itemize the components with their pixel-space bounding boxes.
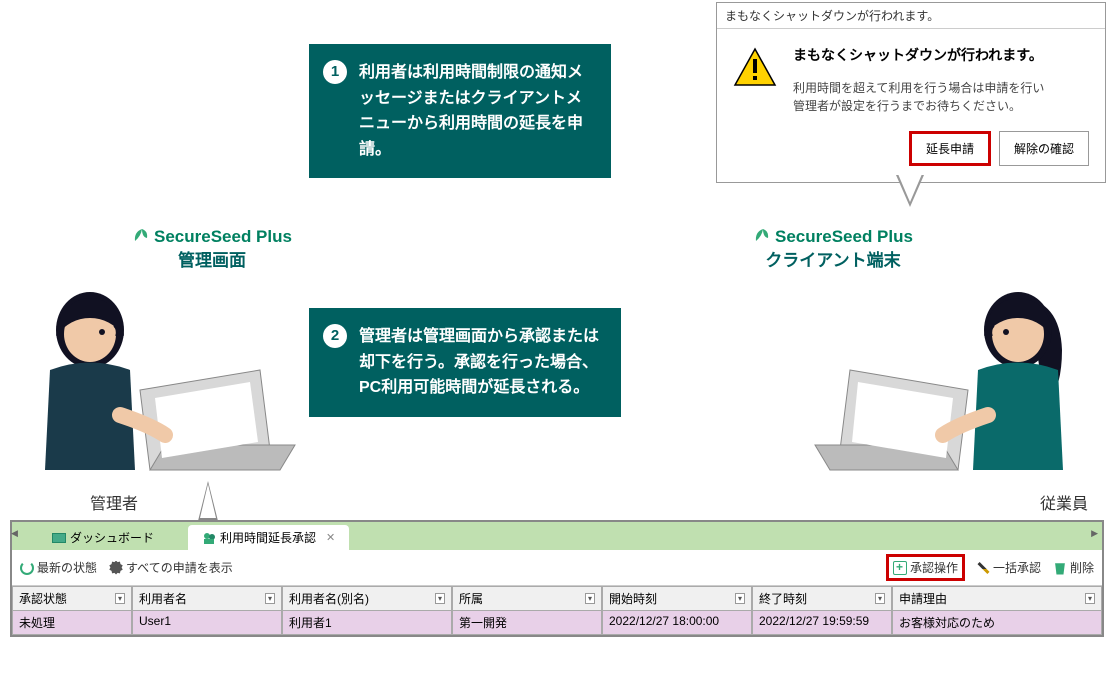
step-number: 2 xyxy=(323,324,347,348)
show-all-button[interactable]: すべての申請を表示 xyxy=(109,559,233,576)
tab-label: 利用時間延長承認 xyxy=(220,529,316,546)
tab-bar: ダッシュボード 利用時間延長承認 ✕ xyxy=(12,522,1102,550)
dialog-title: まもなくシャットダウンが行われます。 xyxy=(717,3,1105,29)
grid-header: 承認状態 ▾ 利用者名 ▾ 利用者名(別名) ▾ 所属 ▾ 開始時刻 ▾ 終了時刻 ▾ 申請… xyxy=(12,586,1102,611)
col-start[interactable]: 開始時刻 ▾ xyxy=(602,586,752,611)
refresh-icon xyxy=(20,561,34,575)
tool-label: 削除 xyxy=(1070,559,1094,576)
approve-operation-button[interactable]: 承認操作 xyxy=(886,554,965,581)
dropdown-icon[interactable]: ▾ xyxy=(115,593,125,604)
trash-icon xyxy=(1053,561,1067,575)
dropdown-icon[interactable]: ▾ xyxy=(265,593,275,604)
admin-panel: ダッシュボード 利用時間延長承認 ✕ 最新の状態 すべての申請を表示 承認操作 … xyxy=(10,520,1104,637)
col-dept[interactable]: 所属 ▾ xyxy=(452,586,602,611)
col-label: 申請理由 xyxy=(899,590,947,607)
tool-label: 最新の状態 xyxy=(37,559,97,576)
dropdown-icon[interactable]: ▾ xyxy=(585,593,595,604)
tab-approval[interactable]: 利用時間延長承認 ✕ xyxy=(188,525,349,550)
dashboard-icon xyxy=(52,533,66,543)
delete-button[interactable]: 削除 xyxy=(1053,559,1094,576)
approval-grid: 承認状態 ▾ 利用者名 ▾ 利用者名(別名) ▾ 所属 ▾ 開始時刻 ▾ 終了時刻 ▾ 申請… xyxy=(12,586,1102,635)
product-label-admin: SecureSeed Plus 管理画面 xyxy=(132,225,292,273)
col-label: 利用者名 xyxy=(139,590,187,607)
dropdown-icon[interactable]: ▾ xyxy=(875,593,885,604)
pen-icon xyxy=(977,561,989,573)
confirm-release-button[interactable]: 解除の確認 xyxy=(999,131,1089,166)
bulk-approve-button[interactable]: 一括承認 xyxy=(977,559,1041,576)
tab-label: ダッシュボード xyxy=(70,529,154,546)
leaf-icon xyxy=(132,226,150,244)
col-reason[interactable]: 申請理由 ▾ xyxy=(892,586,1102,611)
leaf-icon xyxy=(753,226,771,244)
dropdown-icon[interactable]: ▾ xyxy=(1085,593,1095,604)
brand-name: SecureSeed Plus xyxy=(154,227,292,246)
cell-user: User1 xyxy=(132,611,282,635)
role-admin-label: 管理者 xyxy=(90,490,138,514)
admin-illustration xyxy=(0,270,310,480)
extend-request-button[interactable]: 延長申請 xyxy=(909,131,991,166)
dropdown-icon[interactable]: ▾ xyxy=(435,593,445,604)
callout-text: 利用者は利用時間制限の通知メッセージまたはクライアントメニューから利用時間の延長… xyxy=(359,64,583,158)
callout-step-2: 2 管理者は管理画面から承認または却下を行う。承認を行った場合、PC利用可能時間… xyxy=(309,308,621,417)
cell-start: 2022/12/27 18:00:00 xyxy=(602,611,752,635)
speech-tail xyxy=(896,175,924,207)
toolbar: 最新の状態 すべての申請を表示 承認操作 一括承認 削除 xyxy=(12,550,1102,586)
dialog-heading: まもなくシャットダウンが行われます。 xyxy=(793,45,1089,65)
cell-status: 未処理 xyxy=(12,611,132,635)
tool-label: すべての申請を表示 xyxy=(126,559,233,576)
speech-tail xyxy=(198,481,218,521)
tab-dashboard[interactable]: ダッシュボード xyxy=(38,525,168,550)
product-label-client: SecureSeed Plus クライアント端末 xyxy=(753,225,913,273)
table-row[interactable]: 未処理 User1 利用者1 第一開発 2022/12/27 18:00:00 … xyxy=(12,611,1102,635)
dialog-message: 利用時間を超えて利用を行う場合は申請を行い 管理者が設定を行うまでお待ちください… xyxy=(793,79,1089,115)
col-label: 所属 xyxy=(459,590,483,607)
shutdown-dialog: まもなくシャットダウンが行われます。 まもなくシャットダウンが行われます。 利用… xyxy=(716,2,1106,183)
approve-icon xyxy=(893,561,907,575)
col-label: 開始時刻 xyxy=(609,590,657,607)
gear-icon xyxy=(109,561,123,575)
callout-text: 管理者は管理画面から承認または却下を行う。承認を行った場合、PC利用可能時間が延… xyxy=(359,328,599,396)
col-label: 利用者名(別名) xyxy=(289,590,369,607)
col-status[interactable]: 承認状態 ▾ xyxy=(12,586,132,611)
dropdown-icon[interactable]: ▾ xyxy=(735,593,745,604)
people-icon xyxy=(202,531,216,545)
cell-end: 2022/12/27 19:59:59 xyxy=(752,611,892,635)
warning-icon xyxy=(733,45,777,89)
refresh-button[interactable]: 最新の状態 xyxy=(20,559,97,576)
tool-label: 一括承認 xyxy=(993,559,1041,576)
cell-dept: 第一開発 xyxy=(452,611,602,635)
col-label: 終了時刻 xyxy=(759,590,807,607)
tool-label: 承認操作 xyxy=(910,559,958,576)
callout-step-1: 1 利用者は利用時間制限の通知メッセージまたはクライアントメニューから利用時間の… xyxy=(309,44,611,178)
employee-illustration xyxy=(800,270,1110,480)
brand-name: SecureSeed Plus xyxy=(775,227,913,246)
cell-reason: お客様対応のため xyxy=(892,611,1102,635)
role-employee-label: 従業員 xyxy=(1040,490,1088,514)
col-user-alias[interactable]: 利用者名(別名) ▾ xyxy=(282,586,452,611)
col-label: 承認状態 xyxy=(19,590,67,607)
cell-user-alias: 利用者1 xyxy=(282,611,452,635)
col-end[interactable]: 終了時刻 ▾ xyxy=(752,586,892,611)
step-number: 1 xyxy=(323,60,347,84)
col-user[interactable]: 利用者名 ▾ xyxy=(132,586,282,611)
close-icon[interactable]: ✕ xyxy=(326,531,335,544)
